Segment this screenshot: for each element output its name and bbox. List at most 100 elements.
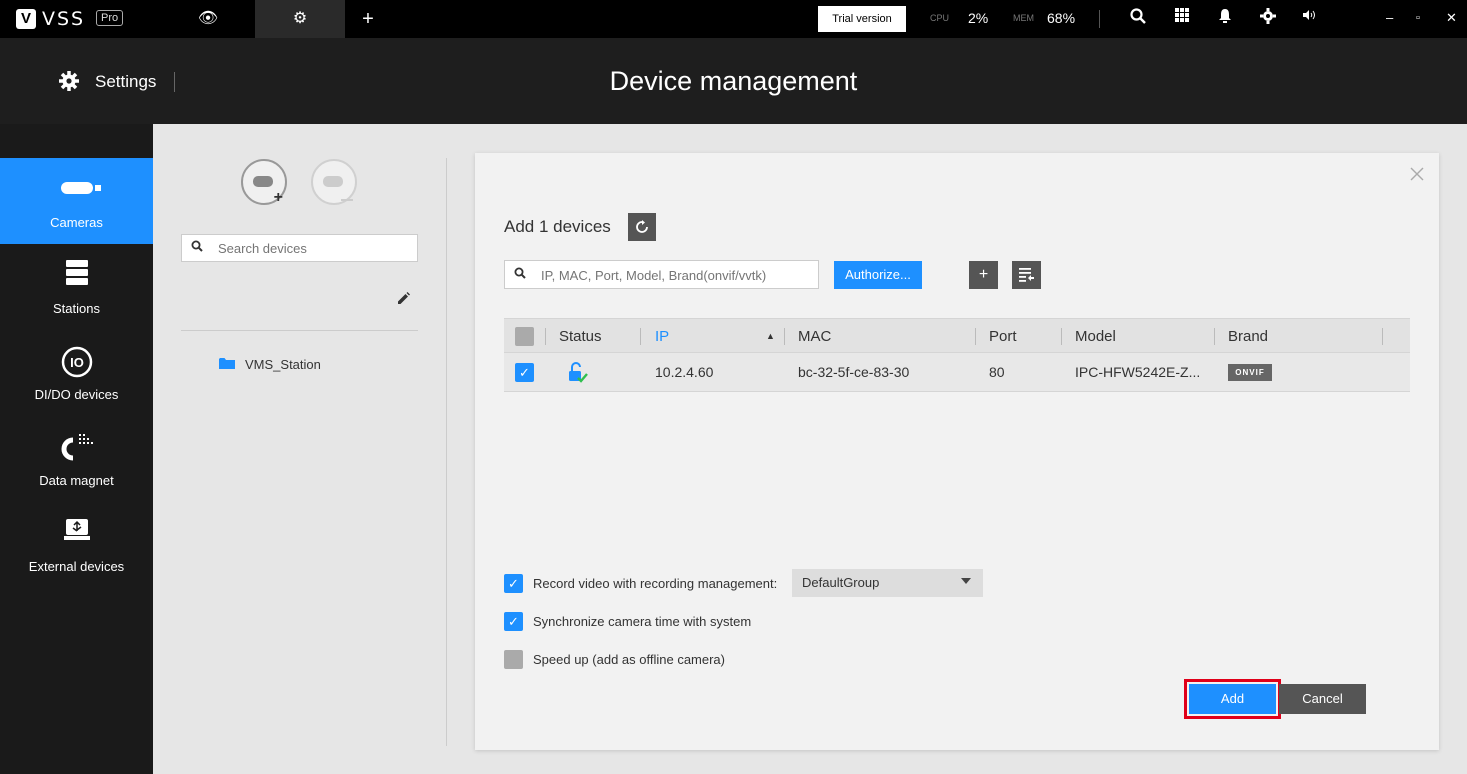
top-bar: V VSS Pro 👁 ⚙ + Trial version CPU 2% MEM… (0, 0, 1467, 38)
record-option[interactable]: ✓ Record video with recording management… (504, 574, 794, 594)
record-label: Record video with recording management: (533, 576, 778, 591)
close-icon[interactable] (1410, 165, 1424, 186)
add-camera-button[interactable]: + (241, 159, 287, 206)
cell-model: IPC-HFW5242E-Z... (1075, 364, 1201, 380)
sidebar-item-label: Data magnet (39, 473, 114, 488)
row-checkbox[interactable]: ✓ (515, 363, 534, 382)
sidebar-item-label: Stations (53, 301, 100, 316)
select-all-checkbox[interactable] (515, 327, 534, 346)
volume-icon[interactable] (1299, 8, 1321, 26)
mem-label: MEM (1013, 13, 1034, 23)
column-status[interactable]: Status (559, 328, 602, 345)
device-search-input[interactable] (218, 239, 408, 257)
folder-icon (219, 357, 235, 373)
mem-value: 68% (1047, 10, 1076, 26)
column-mac[interactable]: MAC (798, 328, 831, 345)
column-divider (640, 328, 641, 345)
list-import-icon (1019, 268, 1034, 282)
plus-icon: + (273, 189, 283, 206)
io-icon: IO (0, 346, 153, 384)
restore-button[interactable]: ▫ (1416, 12, 1420, 24)
trial-version-button[interactable]: Trial version (818, 6, 906, 32)
record-checkbox[interactable]: ✓ (504, 574, 523, 593)
sidebar-item-external-devices[interactable]: External devices (0, 502, 153, 588)
sidebar-item-label: DI/DO devices (34, 387, 119, 402)
scan-search-input[interactable] (541, 266, 811, 284)
sidebar-item-dido[interactable]: IO DI/DO devices (0, 330, 153, 416)
eye-icon: 👁 (197, 10, 219, 27)
cpu-value: 2% (968, 10, 989, 26)
column-divider (1214, 328, 1215, 345)
add-button[interactable]: Add (1189, 684, 1276, 714)
sync-time-option[interactable]: ✓ Synchronize camera time with system (504, 612, 794, 632)
add-devices-dialog: Add 1 devices Authorize... + Status IP ▲… (475, 153, 1439, 750)
cell-ip: 10.2.4.60 (655, 364, 714, 380)
table-row[interactable]: ✓ 10.2.4.60 bc-32-5f-ce-83-30 80 IPC-HFW… (504, 353, 1410, 392)
import-list-button[interactable] (1012, 261, 1041, 289)
sync-time-checkbox[interactable]: ✓ (504, 612, 523, 631)
sidebar-item-data-magnet[interactable]: Data magnet (0, 416, 153, 502)
tree-divider (181, 330, 418, 331)
column-divider (545, 328, 546, 345)
bell-icon[interactable] (1214, 8, 1236, 29)
sync-time-label: Synchronize camera time with system (533, 614, 752, 629)
cell-port: 80 (989, 364, 1005, 380)
search-icon (191, 240, 203, 255)
plus-icon: + (978, 266, 989, 283)
top-divider (1099, 10, 1100, 28)
search-icon (514, 267, 526, 282)
unlocked-status-icon (567, 362, 589, 384)
minus-icon (341, 199, 353, 201)
close-button[interactable]: ✕ (1446, 10, 1457, 26)
sidebar-item-label: External devices (28, 559, 125, 574)
vss-logo-icon: V (16, 9, 36, 29)
column-model[interactable]: Model (1075, 328, 1116, 345)
tab-add[interactable]: + (323, 0, 413, 38)
column-brand[interactable]: Brand (1228, 328, 1268, 345)
sidebar-item-cameras[interactable]: Cameras (0, 158, 153, 244)
add-manual-button[interactable]: + (969, 261, 998, 289)
svg-text:IO: IO (70, 355, 84, 370)
sort-ascending-icon[interactable]: ▲ (766, 331, 775, 341)
column-divider (1382, 328, 1383, 345)
page-title: Device management (609, 66, 858, 96)
page-header: Settings Device management (0, 38, 1467, 124)
column-ip[interactable]: IP (655, 328, 669, 345)
sidebar: Cameras Stations IO DI/DO devices Data m… (0, 124, 153, 774)
dialog-title: Add 1 devices (504, 217, 611, 236)
remove-camera-button[interactable] (311, 159, 357, 205)
app-name: VSS (42, 8, 86, 30)
pencil-icon[interactable] (397, 292, 410, 308)
search-icon[interactable] (1127, 8, 1149, 29)
device-table: Status IP ▲ MAC Port Model Brand ✓ 10.2.… (504, 318, 1410, 392)
cancel-button[interactable]: Cancel (1279, 684, 1366, 714)
cpu-label: CPU (930, 13, 950, 23)
column-divider (784, 328, 785, 345)
magnet-icon (0, 432, 153, 468)
edition-badge: Pro (96, 10, 124, 26)
camera-icon (323, 176, 343, 187)
plus-icon: + (362, 8, 374, 30)
authorize-button[interactable]: Authorize... (834, 261, 922, 289)
column-port[interactable]: Port (989, 328, 1017, 345)
grid-icon[interactable] (1171, 8, 1193, 27)
table-header: Status IP ▲ MAC Port Model Brand (504, 318, 1410, 353)
sidebar-item-stations[interactable]: Stations (0, 244, 153, 330)
usb-icon (0, 518, 153, 548)
device-tree-panel: + VMS_Station (153, 124, 445, 774)
tree-station-item[interactable]: VMS_Station (245, 357, 321, 372)
speed-up-label: Speed up (add as offline camera) (533, 652, 725, 667)
refresh-button[interactable] (628, 213, 656, 241)
gear-icon[interactable] (1257, 8, 1279, 29)
minimize-button[interactable]: – (1386, 10, 1393, 25)
sidebar-item-label: Cameras (50, 215, 103, 230)
camera-icon (0, 174, 153, 200)
chevron-down-icon (961, 578, 971, 584)
recording-group-value: DefaultGroup (802, 575, 880, 590)
speed-up-checkbox[interactable] (504, 650, 523, 669)
speed-up-option[interactable]: Speed up (add as offline camera) (504, 650, 794, 670)
recording-group-select[interactable]: DefaultGroup (792, 569, 983, 597)
scan-search-box (504, 260, 819, 289)
panel-divider (446, 158, 447, 746)
tab-liveview[interactable]: 👁 (163, 0, 253, 38)
